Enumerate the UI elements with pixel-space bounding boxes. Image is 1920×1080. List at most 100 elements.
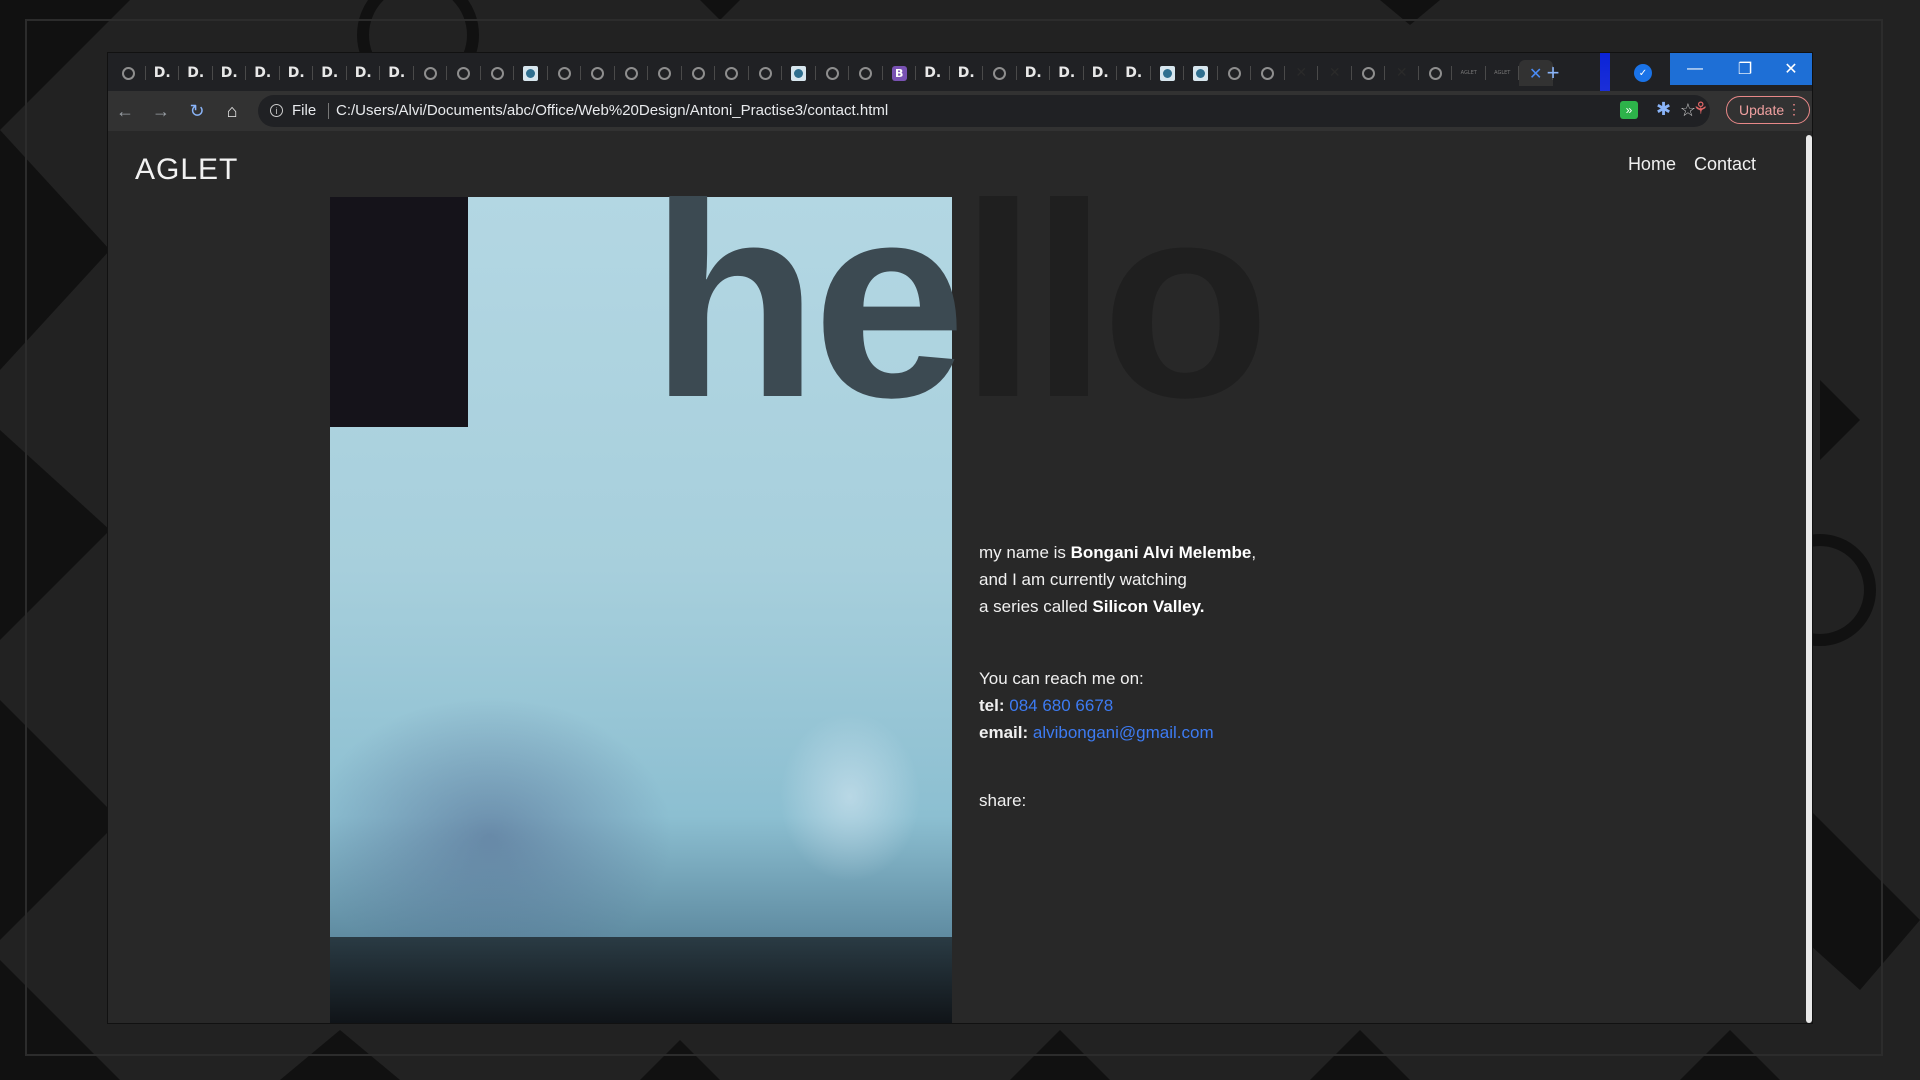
browser-tab[interactable]: D. [380,60,414,86]
nav-contact-link[interactable]: Contact [1694,154,1756,175]
browser-tab[interactable] [749,60,783,86]
site-favicon-icon [1193,65,1209,81]
tab-label: D. [1091,65,1109,81]
browser-tab[interactable] [481,60,515,86]
browser-tab[interactable] [1151,60,1185,86]
browser-tab[interactable] [414,60,448,86]
email-link[interactable]: alvibongani@gmail.com [1033,723,1214,742]
update-button[interactable]: Update ⋮ [1726,96,1810,124]
profile-icon[interactable]: ✓ [1634,64,1652,82]
update-label: Update [1739,102,1785,118]
browser-tab[interactable]: D. [1084,60,1118,86]
nav-home-link[interactable]: Home [1628,154,1676,175]
x-mark-icon: ✕ [1328,65,1341,81]
web-page: AGLET Home Contact hello my name is Bong… [108,131,1806,1023]
back-button[interactable]: ← [114,100,136,122]
tab-label: D. [924,65,942,81]
menu-dots-icon[interactable]: ⋮ [1787,101,1801,118]
site-logo[interactable]: AGLET [135,153,238,187]
browser-tab[interactable]: D. [179,60,213,86]
hello-heading-overlap: he [650,147,966,455]
bio-line3-prefix: a series called [979,597,1093,616]
browser-tab[interactable]: D. [213,60,247,86]
browser-tab[interactable]: AGLET [1452,60,1486,86]
url-text[interactable]: C:/Users/Alvi/Documents/abc/Office/Web%2… [336,102,888,119]
info-icon[interactable]: i [270,104,283,117]
browser-tab[interactable] [782,60,816,86]
globe-icon [1361,66,1375,80]
browser-tab[interactable]: ✕ [1385,60,1419,86]
extensions-puzzle-icon[interactable]: ✱ [1656,99,1671,120]
page-scrollbar[interactable] [1806,135,1812,1023]
browser-tab[interactable]: D. [313,60,347,86]
address-bar[interactable]: i File C:/Users/Alvi/Documents/abc/Offic… [258,95,1710,127]
browser-tab[interactable] [682,60,716,86]
bio-line2: and I am currently watching [979,570,1187,589]
browser-tab[interactable]: D. [950,60,984,86]
browser-tab[interactable] [1251,60,1285,86]
forward-button[interactable]: → [150,100,172,122]
browser-tab[interactable]: D. [916,60,950,86]
x-mark-icon: ✕ [1295,65,1308,81]
x-mark-icon: ✕ [1395,65,1408,81]
new-tab-button[interactable]: + [1540,60,1566,86]
browser-tab[interactable]: ✕ [1318,60,1352,86]
site-nav: Home Contact [1628,154,1756,175]
reload-button[interactable]: ↻ [186,100,208,122]
browser-tab[interactable] [615,60,649,86]
home-button[interactable]: ⌂ [221,100,243,122]
browser-tab[interactable] [849,60,883,86]
browser-tab[interactable]: D. [280,60,314,86]
browser-tab[interactable]: AGLET [1486,60,1520,86]
browser-tab[interactable]: B [883,60,917,86]
browser-tab[interactable] [112,60,146,86]
browser-tab[interactable] [514,60,548,86]
bio-line1-prefix: my name is [979,543,1071,562]
browser-tab[interactable]: D. [1017,60,1051,86]
browser-tab[interactable] [816,60,850,86]
tab-label: AGLET [1460,70,1477,76]
tab-strip: D. D. D. D. D. D. D. D. B D. D. D. D. D. D. ✕ ✕ ✕ AGLET AGL… [108,53,1812,131]
tab-label: D. [254,65,272,81]
restore-button[interactable]: ❐ [1720,53,1770,85]
minimize-button[interactable]: — [1670,53,1720,85]
tab-label: D. [354,65,372,81]
close-window-button[interactable]: ✕ [1770,53,1812,85]
tab-label: D. [187,65,205,81]
tel-link[interactable]: 084 680 6678 [1009,696,1113,715]
browser-tab[interactable]: D. [347,60,381,86]
globe-icon [423,66,437,80]
photo-dark-block [330,197,468,427]
globe-icon [825,66,839,80]
extension-figure-icon[interactable]: ⚘ [1693,99,1708,119]
browser-tab[interactable]: D. [146,60,180,86]
browser-tab[interactable] [1218,60,1252,86]
browser-tab[interactable] [983,60,1017,86]
browser-tab[interactable] [1352,60,1386,86]
browser-tab[interactable] [581,60,615,86]
extension-green-icon[interactable]: » [1620,101,1638,119]
browser-tab[interactable] [715,60,749,86]
hello-heading: hello [650,163,1270,439]
browser-tab[interactable]: ✕ [1285,60,1319,86]
browser-tab[interactable] [1184,60,1218,86]
tab-label: D. [153,65,171,81]
tab-label: D. [388,65,406,81]
tab-label: D. [321,65,339,81]
site-favicon-icon [791,65,807,81]
browser-tab[interactable] [648,60,682,86]
browser-tab[interactable] [447,60,481,86]
browser-tab[interactable] [548,60,582,86]
browser-tab[interactable]: D. [246,60,280,86]
globe-icon [725,66,739,80]
globe-icon [557,66,571,80]
browser-tab[interactable] [1419,60,1453,86]
tab-label: D. [1024,65,1042,81]
site-favicon-icon [523,65,539,81]
browser-tab[interactable]: D. [1117,60,1151,86]
browser-tab[interactable]: D. [1050,60,1084,86]
hello-heading-rest: llo [960,147,1270,455]
globe-icon [591,66,605,80]
tel-label: tel: [979,696,1005,715]
email-label: email: [979,723,1029,742]
